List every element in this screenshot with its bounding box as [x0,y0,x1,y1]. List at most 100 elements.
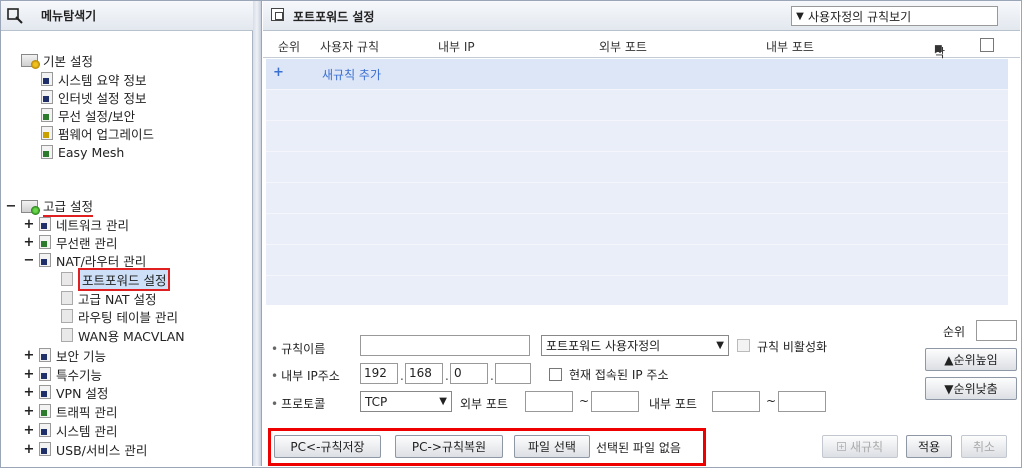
tree-item-system-summary[interactable]: 시스템 요약 정보 [41,70,146,88]
ip-octet-2[interactable]: 168 [405,363,443,384]
save-rules-to-pc-button[interactable]: PC<-규칙저장 [274,435,381,458]
tree-label: VPN 설정 [56,385,109,401]
port-range-separator: ~ [766,394,777,408]
current-ip-checkbox[interactable] [549,368,562,381]
tree-label: Easy Mesh [58,144,125,160]
tree-group-vpn[interactable]: + VPN 설정 [23,383,109,401]
pane-splitter[interactable] [253,1,262,466]
search-icon [7,7,23,24]
page-traffic-icon [39,404,51,418]
ip-separator: . [400,369,404,383]
order-down-button[interactable]: ▼순위낮춤 [925,377,1017,400]
tree-item-wan-macvlan[interactable]: WAN용 MACVLAN [61,326,185,344]
external-port-label: 외부 포트 [460,397,508,411]
expand-icon[interactable]: + [23,404,35,419]
internal-port-start-input[interactable] [712,391,760,412]
choose-file-button[interactable]: 파일 선택 [514,435,590,458]
protocol-value: TCP [365,394,388,409]
external-port-end-input[interactable] [591,391,639,412]
rule-type-select[interactable]: 포트포워드 사용자정의 ▼ [541,335,729,356]
tree-label: 고급 NAT 설정 [78,291,157,307]
folder-gear-icon [21,53,40,69]
tree-item-advanced-nat[interactable]: 고급 NAT 설정 [61,289,157,307]
tree-label: 무선 설정/보안 [58,108,136,124]
tree-label: 시스템 요약 정보 [58,72,147,88]
expand-icon[interactable]: + [23,348,35,363]
tree-group-system[interactable]: + 시스템 관리 [23,421,118,439]
page-wifi-icon [41,108,53,122]
ip-separator: . [490,369,494,383]
tree-group-special[interactable]: + 특수기능 [23,365,102,383]
protocol-label: 프로토콜 [271,395,325,412]
lock-icon [39,348,51,362]
order-label: 순위 [943,325,966,339]
tree-item-routing-table[interactable]: 라우팅 테이블 관리 [61,307,178,325]
external-port-start-input[interactable] [525,391,573,412]
expand-icon[interactable]: + [23,367,35,382]
tree-group-network[interactable]: + 네트워크 관리 [23,215,129,233]
tree-label: 시스템 관리 [56,423,118,439]
tree-label: 고급 설정 [43,196,93,217]
expand-icon[interactable]: + [23,442,35,457]
tree-advanced-settings[interactable]: − 고급 설정 [5,196,93,217]
panel-title: 포트포워드 설정 [293,10,375,24]
tree-label-selected: 포트포워드 설정 [78,267,171,291]
expand-icon[interactable]: + [23,423,35,438]
tree-label: 인터넷 설정 정보 [58,90,147,106]
page-icon [61,309,73,323]
tree-label: 네트워크 관리 [56,217,129,233]
backup-restore-group: PC<-규칙저장 PC->규칙복원 파일 선택 선택된 파일 없음 [268,428,706,466]
tree-item-firmware-upgrade[interactable]: 펌웨어 업그레이드 [41,124,154,142]
rule-view-select[interactable]: ▼ 사용자정의 규칙보기 [791,6,998,26]
protocol-select[interactable]: TCP ▼ [360,391,452,412]
expand-icon[interactable]: + [23,217,35,232]
rule-name-input[interactable] [360,335,530,356]
tree-item-internet-info[interactable]: 인터넷 설정 정보 [41,88,146,106]
rule-table-body [266,59,1008,305]
tree-basic-settings[interactable]: 기본 설정 [21,51,93,69]
new-rule-label: 새규칙 추가 [322,68,382,82]
expand-icon[interactable]: + [23,235,35,250]
tree-group-wlan[interactable]: + 무선랜 관리 [23,233,118,251]
ip-octet-4[interactable] [495,363,531,384]
page-vpn-icon [39,385,51,399]
tree-item-easy-mesh[interactable]: Easy Mesh [41,143,124,161]
disable-rule-checkbox[interactable] [737,339,750,352]
plus-box-icon: + [836,442,846,451]
ip-octet-1[interactable]: 192 [360,363,398,384]
rule-view-value: 사용자정의 규칙보기 [808,9,912,24]
col-internal-ip: 내부 IP [438,40,475,54]
tree-label: 펌웨어 업그레이드 [58,126,154,142]
collapse-icon[interactable]: − [23,253,35,268]
delete-all-checkbox[interactable] [980,38,994,52]
ip-octet-3[interactable]: 0 [450,363,488,384]
page-special-icon [39,367,51,381]
internal-port-end-input[interactable] [778,391,826,412]
tree-label: USB/서비스 관리 [56,442,148,458]
collapse-icon[interactable]: − [5,199,17,214]
tree-group-traffic[interactable]: + 트래픽 관리 [23,402,118,420]
tree-item-port-forward[interactable]: 포트포워드 설정 [61,267,171,291]
tree-item-wireless-security[interactable]: 무선 설정/보안 [41,106,135,124]
new-rule-row[interactable]: + 새규칙 추가 [266,59,1008,89]
internal-ip-label: 내부 IP주소 [271,367,340,384]
folder-gear-icon [21,199,40,215]
page-icon [61,328,73,342]
new-rule-button-label: 새규칙 [849,440,884,454]
tree-label: 특수기능 [56,367,103,383]
tree-label: 무선랜 관리 [56,235,118,251]
new-rule-button[interactable]: + 새규칙 [822,435,898,458]
tree-group-usb-service[interactable]: + USB/서비스 관리 [23,440,148,458]
expand-icon[interactable]: + [23,385,35,400]
internal-port-label: 내부 포트 [649,397,697,411]
plus-icon: + [273,65,284,80]
page-wifi-icon [39,235,51,249]
cancel-button[interactable]: 취소 [961,435,1007,458]
tree-group-security[interactable]: + 보안 기능 [23,346,106,364]
order-up-button[interactable]: ▲순위높임 [925,348,1017,371]
chevron-down-icon: ▼ [716,340,724,351]
apply-button[interactable]: 적용 [906,435,952,458]
restore-rules-from-pc-button[interactable]: PC->규칙복원 [395,435,503,458]
order-input[interactable] [976,320,1017,341]
tree-group-nat-router[interactable]: − NAT/라우터 관리 [23,251,147,269]
